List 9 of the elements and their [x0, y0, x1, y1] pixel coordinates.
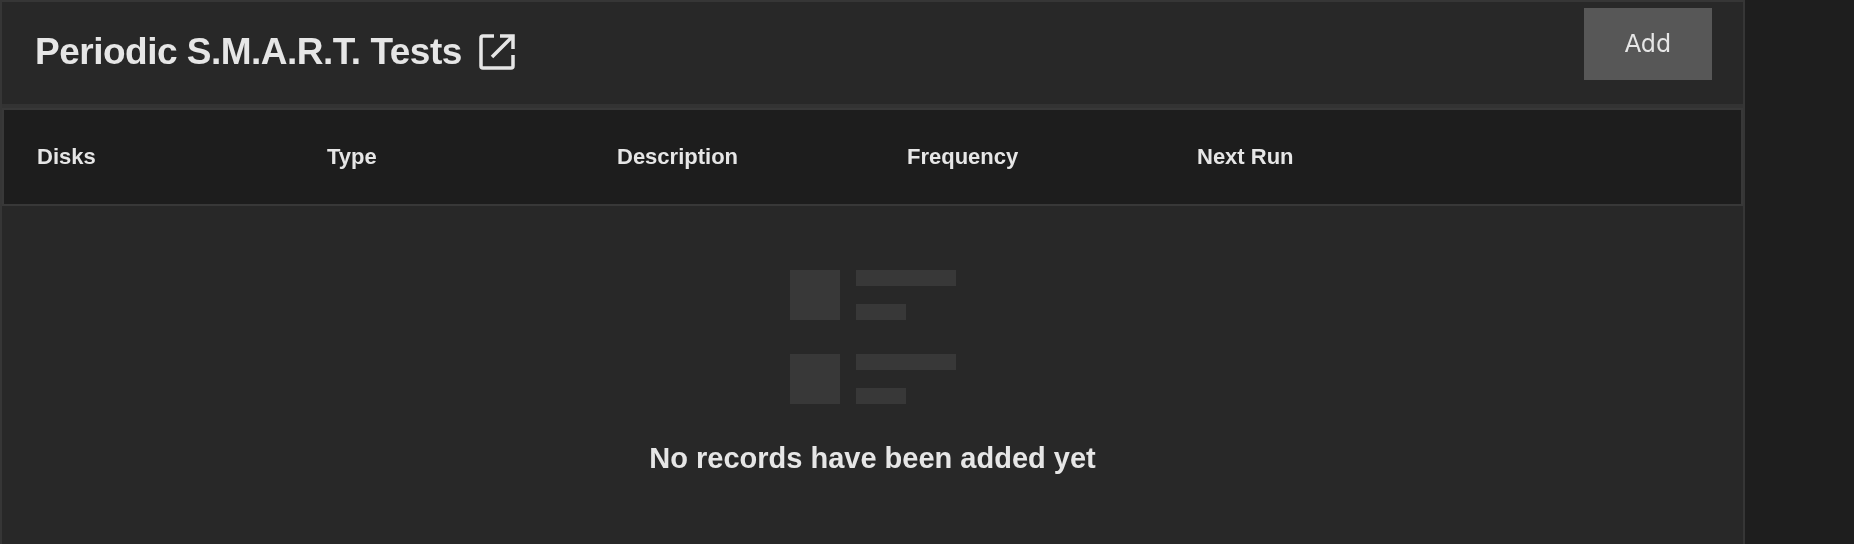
column-header[interactable]: Disks	[37, 144, 327, 170]
empty-message: No records have been added yet	[649, 442, 1096, 475]
column-header[interactable]: Description	[617, 144, 907, 170]
add-button[interactable]: Add	[1584, 8, 1712, 80]
column-header[interactable]: Frequency	[907, 144, 1197, 170]
card-title: Periodic S.M.A.R.T. Tests	[35, 31, 462, 73]
column-header[interactable]: Type	[327, 144, 617, 170]
external-link-icon[interactable]	[477, 33, 516, 71]
column-header[interactable]: Next Run	[1197, 144, 1487, 170]
